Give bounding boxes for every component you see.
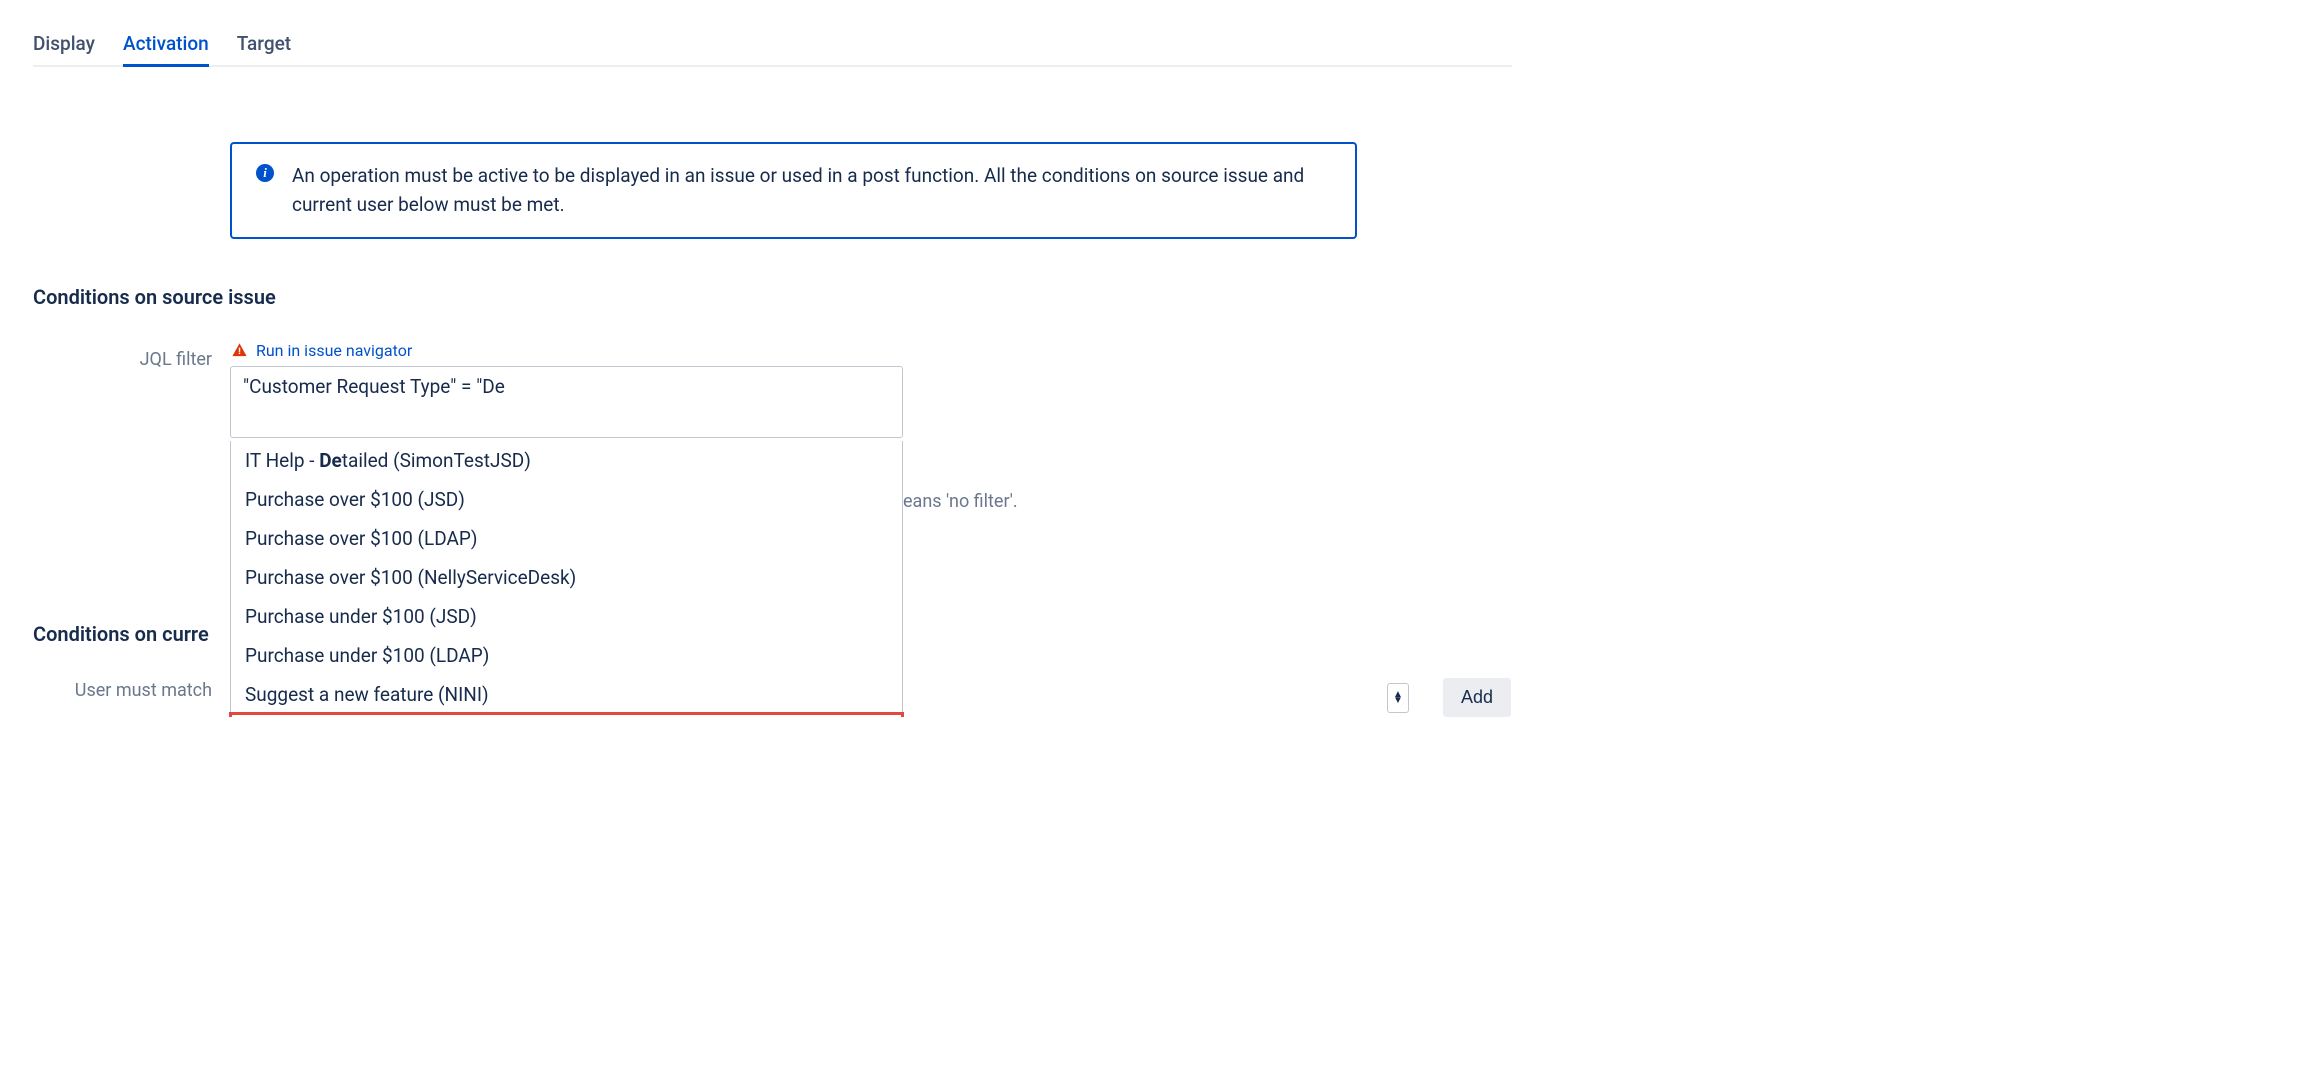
tab-display[interactable]: Display: [33, 28, 95, 65]
list-item[interactable]: Purchase over $100 (NellyServiceDesk): [231, 558, 902, 597]
info-icon: i: [256, 164, 274, 182]
tab-target[interactable]: Target: [237, 28, 291, 65]
jql-suggestions-dropdown: IT Help - Detailed (SimonTestJSD) Purcha…: [230, 441, 903, 717]
info-panel: i An operation must be active to be disp…: [230, 142, 1357, 239]
run-in-navigator-link[interactable]: Run in issue navigator: [256, 341, 412, 360]
info-text: An operation must be active to be displa…: [292, 162, 1331, 219]
add-button[interactable]: Add: [1443, 678, 1511, 717]
list-item[interactable]: Purchase under $100 (LDAP): [231, 636, 902, 675]
hint-tail-text: eans 'no filter'.: [903, 491, 1018, 512]
list-item[interactable]: Suggest a new feature (NINI): [231, 675, 902, 714]
list-item[interactable]: IT Help - Detailed (SimonTestJSD): [231, 441, 902, 480]
user-must-match-label: User must match: [33, 678, 230, 701]
list-item[interactable]: Purchase over $100 (JSD): [231, 480, 902, 519]
select-stepper[interactable]: ▲▼: [1387, 683, 1409, 713]
tab-activation[interactable]: Activation: [123, 28, 209, 65]
section-source-conditions: Conditions on source issue JQL filter Ru…: [33, 285, 1512, 442]
list-item[interactable]: Purchase over $100 (LDAP): [231, 519, 902, 558]
jql-filter-label: JQL filter: [33, 341, 230, 370]
list-item[interactable]: Purchase under $100 (JSD): [231, 597, 902, 636]
tabs: Display Activation Target: [33, 0, 1512, 67]
error-icon: [230, 342, 248, 360]
jql-filter-input[interactable]: [230, 366, 903, 438]
section-title-source: Conditions on source issue: [33, 285, 1512, 309]
dropdown-footer: Syntax Help Hit Esc to close: [231, 714, 902, 717]
